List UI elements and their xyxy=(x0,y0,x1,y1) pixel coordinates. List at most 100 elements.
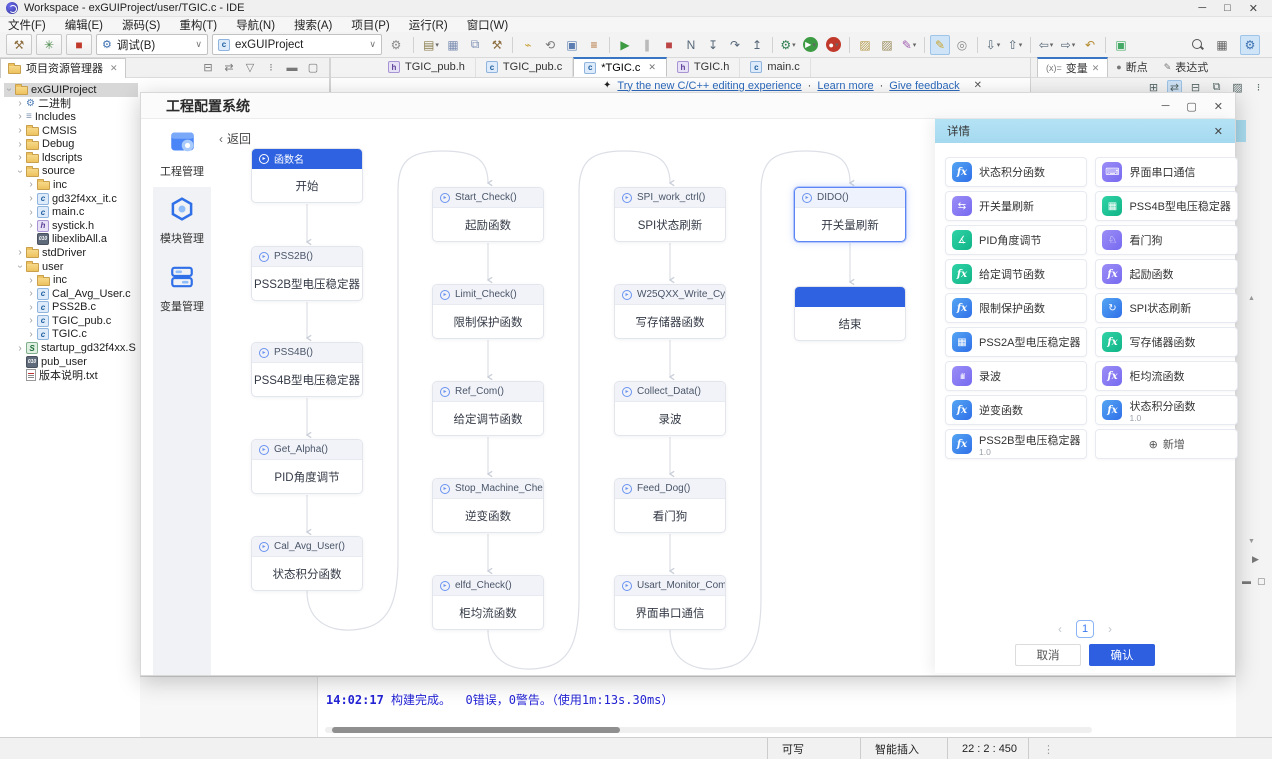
flow-node-Limit_Check()[interactable]: ▸Limit_Check()限制保护函数 xyxy=(432,284,544,339)
editor-tab-main.c[interactable]: cmain.c xyxy=(740,57,810,77)
cancel-button[interactable]: 取消 xyxy=(1015,644,1081,666)
function-card-SPI状态刷新[interactable]: ↻SPI状态刷新 xyxy=(1095,293,1237,323)
tree-item-exGUIProject[interactable]: ›exGUIProject xyxy=(4,83,138,97)
back-history-icon[interactable]: ⇦▾ xyxy=(1036,35,1056,55)
flow-node-W25QXX_Write_Cycle()[interactable]: ▸W25QXX_Write_Cycle()写存储器函数 xyxy=(614,284,726,339)
view-menu-icon[interactable]: ⁝ xyxy=(264,61,278,75)
flow-node-Cal_Avg_User()[interactable]: ▸Cal_Avg_User()状态积分函数 xyxy=(251,536,363,591)
debug-icon[interactable]: ⚙▾ xyxy=(778,35,798,55)
editor-tab-TGIC.h[interactable]: hTGIC.h xyxy=(667,57,740,77)
terminal-icon[interactable]: ≡ xyxy=(584,35,604,55)
twisty-icon[interactable]: › xyxy=(26,288,36,299)
pin-editor-icon[interactable]: ◎ xyxy=(952,35,972,55)
new-wizard-dropdown-icon[interactable]: ▾ xyxy=(435,41,439,49)
twisty-icon[interactable]: › xyxy=(15,343,25,354)
build-button[interactable]: ⚒ xyxy=(6,34,32,55)
new-wizard-icon[interactable]: ▤▾ xyxy=(421,35,441,55)
function-card-PSS4B型电压稳定器[interactable]: ▦PSS4B型电压稳定器 xyxy=(1095,191,1237,221)
window-maximize-icon[interactable]: □ xyxy=(1224,2,1231,15)
menu-item-7[interactable]: 运行(R) xyxy=(409,17,448,33)
terminate-icon[interactable]: ■ xyxy=(659,35,679,55)
disconnect-icon[interactable]: N xyxy=(681,35,701,55)
sidebar-item-变量管理[interactable]: 变量管理 xyxy=(153,255,211,323)
twisty-icon[interactable]: › xyxy=(26,179,36,190)
external-tools-icon[interactable]: ●▾ xyxy=(826,37,841,52)
menu-item-0[interactable]: 文件(F) xyxy=(8,17,46,33)
launch-gear-icon[interactable]: ⚙ xyxy=(386,35,406,55)
twisty-icon[interactable]: › xyxy=(26,193,36,204)
back-history-dropdown-icon[interactable]: ▾ xyxy=(1050,41,1054,49)
annotate-icon[interactable]: ✎▾ xyxy=(899,35,919,55)
prev-annotation-icon[interactable]: ⇧▾ xyxy=(1005,35,1025,55)
twisty-icon[interactable]: › xyxy=(15,166,26,176)
page-prev-icon[interactable]: ‹ xyxy=(1058,622,1062,636)
menu-item-5[interactable]: 搜索(A) xyxy=(294,17,332,33)
window-minimize-icon[interactable]: ─ xyxy=(1198,2,1206,15)
build-icon[interactable]: ⚒ xyxy=(487,35,507,55)
console-hscroll-thumb[interactable] xyxy=(332,727,620,733)
flow-node-Usart_Monitor_Comm(0)[interactable]: ▸Usart_Monitor_Comm(0)界面串口通信 xyxy=(614,575,726,630)
flow-node-Collect_Data()[interactable]: ▸Collect_Data()录波 xyxy=(614,381,726,436)
filter-icon[interactable]: ▽ xyxy=(243,61,257,75)
menu-item-1[interactable]: 编辑(E) xyxy=(65,17,103,33)
prev-annotation-dropdown-icon[interactable]: ▾ xyxy=(1019,41,1023,49)
menu-item-6[interactable]: 项目(P) xyxy=(351,17,389,33)
console-hscrollbar[interactable] xyxy=(325,727,1092,733)
launch-config-combo[interactable]: ⚙ 调试(B) ∨ xyxy=(96,34,208,55)
last-edit-location-icon[interactable]: ↶ xyxy=(1080,35,1100,55)
maximize-view-icon[interactable]: ▢ xyxy=(306,61,320,75)
tab-close-icon[interactable]: ✕ xyxy=(648,62,656,73)
scroll-down-icon[interactable]: ▼ xyxy=(1248,538,1255,545)
step-return-icon[interactable]: ↥ xyxy=(747,35,767,55)
link-with-editor-icon[interactable]: ⇄ xyxy=(222,61,236,75)
dialog-maximize-icon[interactable]: ▢ xyxy=(1186,100,1196,113)
console-view-icon[interactable]: ▣ xyxy=(562,35,582,55)
flow-node-Feed_Dog()[interactable]: ▸Feed_Dog()看门狗 xyxy=(614,478,726,533)
restore-panel-icon[interactable]: ▶ xyxy=(1252,554,1259,565)
status-overflow-icon[interactable]: ⋮ xyxy=(1028,738,1072,759)
step-into-icon[interactable]: ↧ xyxy=(703,35,723,55)
next-annotation-icon[interactable]: ⇩▾ xyxy=(983,35,1003,55)
notice-link-feedback[interactable]: Give feedback xyxy=(889,80,959,92)
project-combo[interactable]: c exGUIProject ∨ xyxy=(212,34,382,55)
twisty-icon[interactable]: › xyxy=(15,98,25,109)
debug-dropdown-icon[interactable]: ▾ xyxy=(792,41,796,49)
twisty-icon[interactable]: › xyxy=(26,302,36,313)
dialog-close-icon[interactable]: ✕ xyxy=(1214,100,1223,113)
menu-item-2[interactable]: 源码(S) xyxy=(122,17,160,33)
close-icon[interactable]: ✕ xyxy=(110,63,118,74)
twisty-icon[interactable]: › xyxy=(26,220,36,231)
open-resource-icon[interactable]: ▨ xyxy=(877,35,897,55)
tab-表达式[interactable]: ✎表达式 xyxy=(1156,57,1217,77)
forward-history-icon[interactable]: ⇨▾ xyxy=(1058,35,1078,55)
twisty-icon[interactable]: › xyxy=(15,152,25,163)
flow-node-Stop_Machine_Check()[interactable]: ▸Stop_Machine_Check()逆变函数 xyxy=(432,478,544,533)
run-dropdown-icon[interactable]: ▾ xyxy=(812,41,816,49)
notice-link-learn-more[interactable]: Learn more xyxy=(817,80,873,92)
tab-project-explorer[interactable]: 项目资源管理器 ✕ xyxy=(0,58,126,78)
suspend-icon[interactable]: ∥ xyxy=(637,35,657,55)
forward-history-dropdown-icon[interactable]: ▾ xyxy=(1072,41,1076,49)
cpp-perspective-icon[interactable]: ⚙ xyxy=(1240,35,1260,55)
run-icon[interactable]: ▶▾ xyxy=(803,37,818,52)
function-card-状态积分函数[interactable]: fx状态积分函数1.0 xyxy=(1095,395,1237,425)
flow-node-Start_Check()[interactable]: ▸Start_Check()起励函数 xyxy=(432,187,544,242)
flow-node-结束[interactable]: 结束 xyxy=(794,286,906,341)
menu-item-3[interactable]: 重构(T) xyxy=(179,17,217,33)
add-function-button[interactable]: ⊕新增 xyxy=(1095,429,1237,459)
minimize-view-icon[interactable]: ▬ xyxy=(285,61,299,75)
confirm-button[interactable]: 确认 xyxy=(1089,644,1155,666)
collapse-all-icon[interactable]: ⊟ xyxy=(201,61,215,75)
stop-button[interactable]: ■ xyxy=(66,34,92,55)
twisty-icon[interactable]: › xyxy=(15,262,26,272)
details-close-icon[interactable]: ✕ xyxy=(1214,125,1223,138)
editor-tab-TGIC_pub.h[interactable]: hTGIC_pub.h xyxy=(378,57,476,77)
open-perspective-icon[interactable]: ▦ xyxy=(1212,35,1232,55)
twisty-icon[interactable]: › xyxy=(26,315,36,326)
twisty-icon[interactable]: › xyxy=(26,275,36,286)
function-card-录波[interactable]: ılıl录波 xyxy=(945,361,1087,391)
next-annotation-dropdown-icon[interactable]: ▾ xyxy=(997,41,1001,49)
flow-node-函数名[interactable]: ▸函数名开始 xyxy=(251,148,363,203)
open-type-icon[interactable]: ▨ xyxy=(855,35,875,55)
function-card-逆变函数[interactable]: fx逆变函数 xyxy=(945,395,1087,425)
